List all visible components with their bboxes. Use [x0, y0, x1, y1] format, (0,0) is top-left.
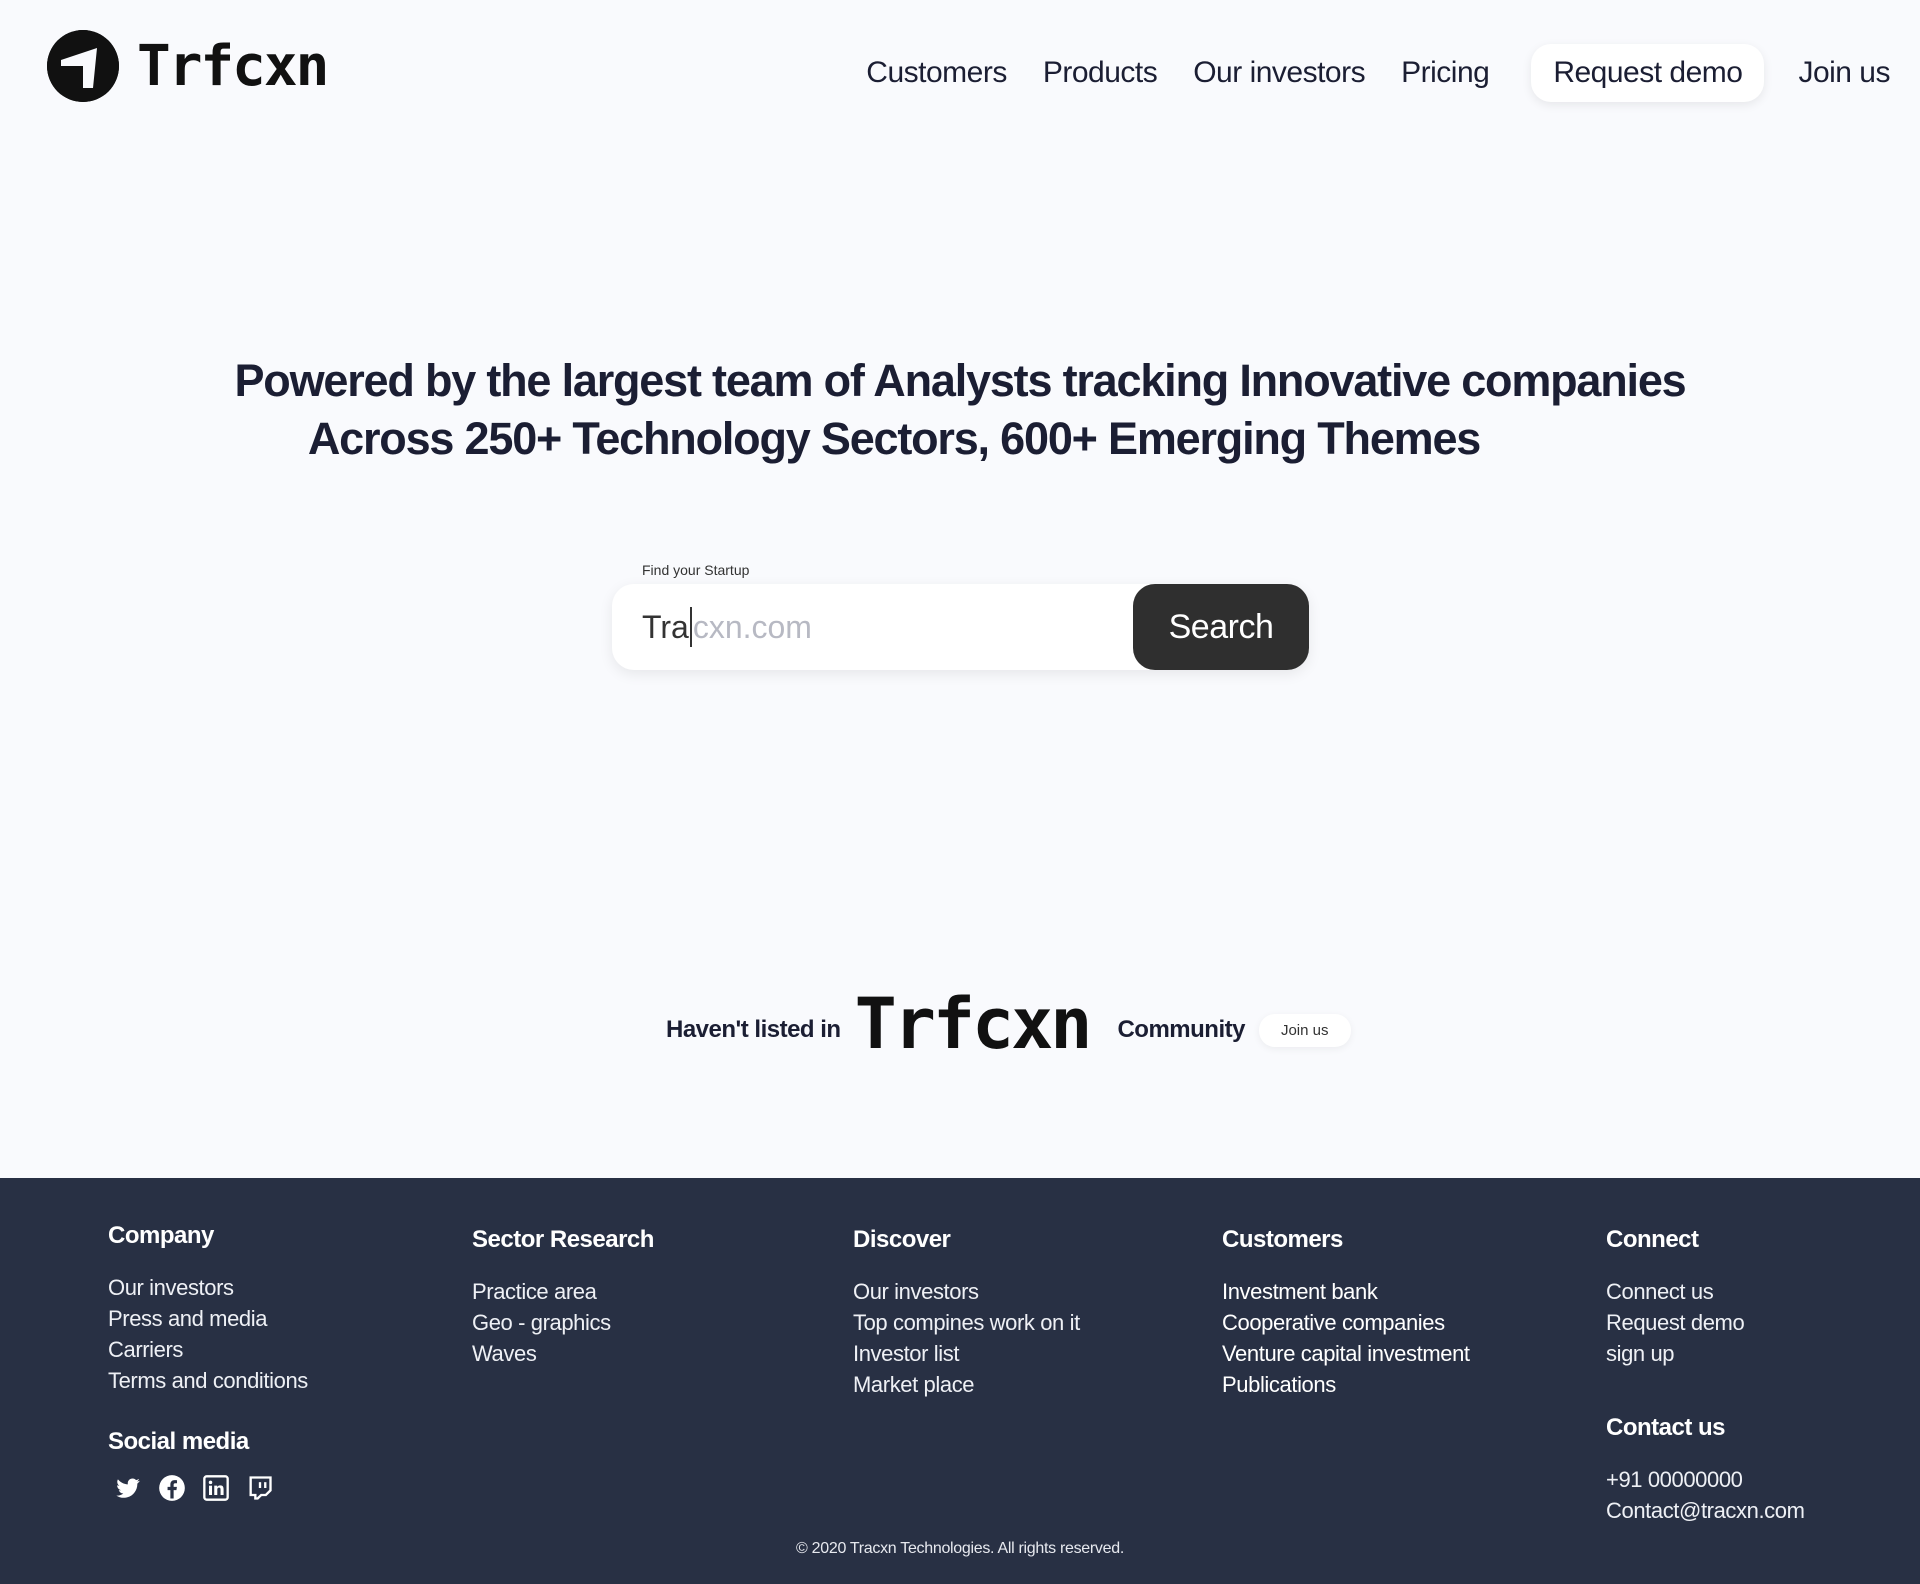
facebook-icon[interactable] [158, 1474, 186, 1502]
main-nav: Customers Products Our investors Pricing… [866, 44, 1890, 102]
footer-link-our-investors[interactable]: Our investors [108, 1272, 308, 1303]
community-logo: Trfcxn [854, 983, 1093, 1065]
footer-connect: Connect Connect us Request demo sign up [1606, 1226, 1745, 1369]
footer-link-investment-bank[interactable]: Investment bank [1222, 1276, 1470, 1307]
footer-link-waves[interactable]: Waves [472, 1338, 654, 1369]
footer: Company Our investors Press and media Ca… [0, 1178, 1920, 1584]
community-suffix: Community [1117, 1016, 1245, 1043]
social-icons [114, 1474, 290, 1502]
footer-contact-email[interactable]: Contact@tracxn.com [1606, 1495, 1805, 1526]
community-join-button[interactable]: Join us [1258, 1013, 1351, 1047]
copyright: © 2020 Tracxn Technologies. All rights r… [796, 1540, 1124, 1557]
footer-link-request-demo[interactable]: Request demo [1606, 1307, 1745, 1338]
search-placeholder: cxn.com [692, 608, 812, 645]
footer-link-cooperative[interactable]: Cooperative companies [1222, 1307, 1470, 1338]
footer-link-investor-list[interactable]: Investor list [853, 1338, 1080, 1369]
footer-link-venture-capital[interactable]: Venture capital investment [1222, 1338, 1470, 1369]
footer-link-publications[interactable]: Publications [1222, 1369, 1470, 1400]
footer-contact-title: Contact us [1606, 1414, 1726, 1441]
footer-link-market-place[interactable]: Market place [853, 1369, 1080, 1400]
linkedin-icon[interactable] [202, 1474, 230, 1502]
footer-link-terms[interactable]: Terms and conditions [108, 1365, 308, 1396]
nav-our-investors[interactable]: Our investors [1193, 56, 1365, 90]
search-label: Find your Startup [642, 562, 750, 578]
search-button[interactable]: Search [1133, 584, 1309, 670]
logo[interactable]: Trfcxn [47, 30, 329, 102]
request-demo-button[interactable]: Request demo [1531, 44, 1765, 102]
nav-customers[interactable]: Customers [866, 56, 1007, 90]
nav-pricing[interactable]: Pricing [1401, 56, 1490, 90]
footer-contact: Contact us +91 00000000 Contact@tracxn.c… [1606, 1414, 1805, 1526]
footer-connect-title: Connect [1606, 1226, 1699, 1253]
twitter-icon[interactable] [114, 1474, 142, 1502]
nav-products[interactable]: Products [1043, 56, 1158, 90]
hero-line-2: Across 250+ Technology Sectors, 600+ Eme… [307, 413, 1481, 464]
logo-text: Trfcxn [137, 33, 329, 99]
footer-link-practice-area[interactable]: Practice area [472, 1276, 654, 1307]
footer-customers-title: Customers [1222, 1226, 1343, 1253]
search-typed-value: Tra [642, 608, 689, 645]
footer-company-title: Company [108, 1222, 214, 1249]
footer-contact-phone[interactable]: +91 00000000 [1606, 1464, 1805, 1495]
twitch-icon[interactable] [246, 1474, 274, 1502]
footer-link-discover-investors[interactable]: Our investors [853, 1276, 1080, 1307]
footer-social-media: Social media [108, 1428, 290, 1502]
footer-link-geo-graphics[interactable]: Geo - graphics [472, 1307, 654, 1338]
header: Trfcxn Customers Products Our investors … [0, 0, 1920, 140]
footer-social-title: Social media [108, 1428, 249, 1455]
footer-discover-title: Discover [853, 1226, 951, 1253]
hero-heading: Powered by the largest team of Analysts … [0, 352, 1920, 468]
footer-sector-title: Sector Research [472, 1226, 654, 1253]
hero-line-1: Powered by the largest team of Analysts … [234, 355, 1686, 406]
footer-company: Company Our investors Press and media Ca… [108, 1222, 308, 1396]
footer-link-top-companies[interactable]: Top compines work on it [853, 1307, 1080, 1338]
footer-link-connect-us[interactable]: Connect us [1606, 1276, 1744, 1307]
community-prefix: Haven't listed in [666, 1016, 841, 1043]
text-caret [689, 607, 692, 647]
footer-discover: Discover Our investors Top compines work… [853, 1226, 1080, 1400]
community-banner: Haven't listed in Trfcxn Community Join … [666, 980, 1351, 1080]
search-field-text[interactable]: Tra cxn.com [642, 584, 1122, 670]
footer-link-carriers[interactable]: Carriers [108, 1334, 308, 1365]
footer-customers: Customers Investment bank Cooperative co… [1222, 1226, 1470, 1400]
footer-sector-research: Sector Research Practice area Geo - grap… [472, 1226, 654, 1369]
footer-link-sign-up[interactable]: sign up [1606, 1338, 1744, 1369]
logo-mark-icon [47, 30, 119, 102]
join-us-link[interactable]: Join us [1798, 56, 1890, 90]
footer-link-press-media[interactable]: Press and media [108, 1303, 308, 1334]
